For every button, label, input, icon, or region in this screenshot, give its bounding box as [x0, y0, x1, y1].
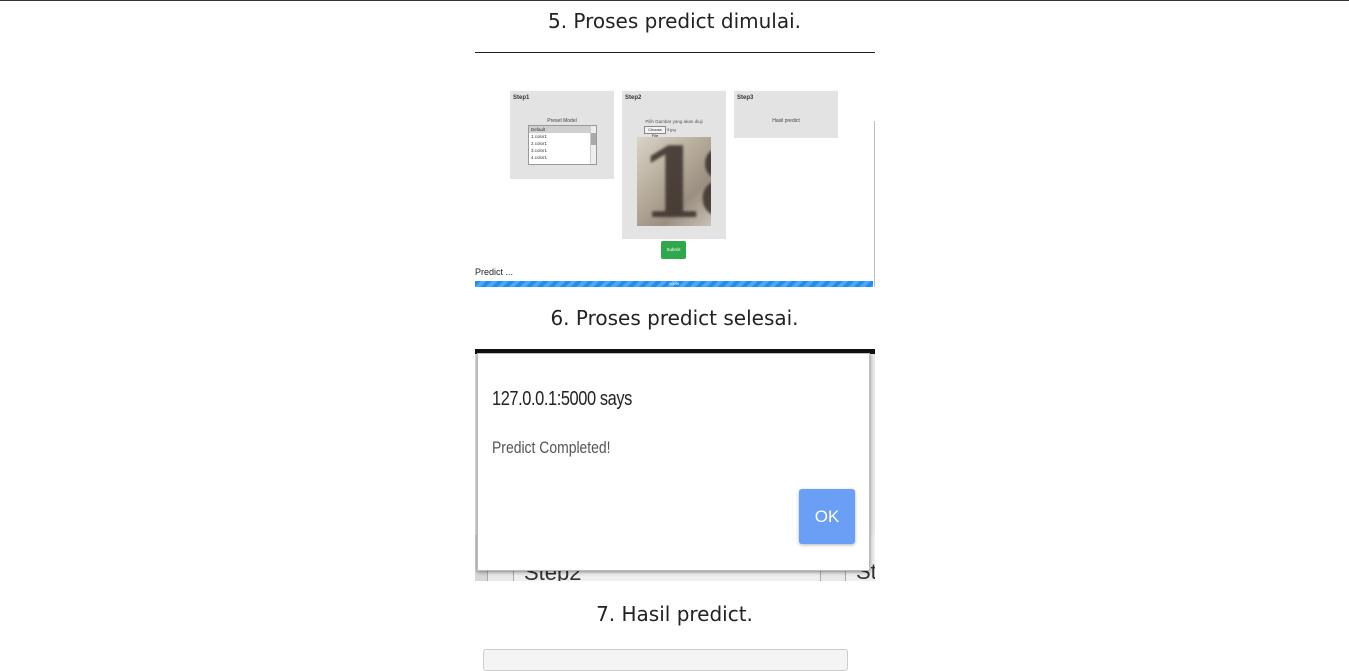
step2-panel: Step2 Pilih Gambar yang akan diuji Choos…	[622, 91, 726, 239]
image-preview: 18	[637, 137, 711, 226]
caption-step7: 7. Hasil predict.	[596, 602, 753, 626]
dialog-message: Predict Completed!	[492, 438, 611, 457]
top-divider	[0, 0, 1349, 1]
predict-result-label: Hasil predict	[772, 118, 800, 124]
progress-text: 100%	[668, 281, 680, 286]
submit-button[interactable]: Submit	[661, 241, 686, 259]
screenshot-predict-complete: Step2 Ste 127.0.0.1:5000 says Predict Co…	[475, 349, 875, 581]
preset-model-label: Preset Model	[547, 118, 577, 124]
model-option[interactable]: 4.color1	[529, 154, 596, 161]
progress-bar: 100%	[475, 281, 873, 287]
model-option[interactable]: 2.color1	[529, 140, 596, 147]
choose-file-button[interactable]: Choose File	[644, 126, 666, 138]
model-option[interactable]: Default	[529, 126, 596, 133]
model-option[interactable]: 3.color1	[529, 147, 596, 154]
choose-image-label: Pilih Gambar yang akan diuji	[645, 119, 703, 124]
step3-panel: Step3 Hasil predict	[734, 91, 838, 138]
screenshot-edge	[874, 121, 875, 287]
model-listbox[interactable]: Default 1.color1 2.color1 3.color1 4.col…	[528, 125, 597, 165]
predict-status: Predict ...	[475, 267, 514, 277]
scrollbar-thumb[interactable]	[591, 133, 596, 145]
alert-dialog: 127.0.0.1:5000 says Predict Completed! O…	[477, 353, 870, 571]
step1-title: Step1	[513, 95, 530, 101]
listbox-scrollbar[interactable]	[590, 126, 596, 164]
step1-panel: Step1 Preset Model Default 1.color1 2.co…	[510, 91, 614, 179]
file-name: 9.jpg	[667, 127, 676, 132]
screenshot-predict-start: Step1 Preset Model Default 1.color1 2.co…	[475, 52, 875, 287]
step3-title: Step3	[737, 95, 754, 101]
dialog-origin: 127.0.0.1:5000 says	[492, 388, 632, 410]
step2-title: Step2	[625, 95, 642, 101]
caption-step6: 6. Proses predict selesai.	[550, 306, 799, 330]
model-option[interactable]: 1.color1	[529, 133, 596, 140]
preview-digit: 18	[639, 137, 711, 226]
ok-button[interactable]: OK	[799, 489, 855, 544]
caption-step5: 5. Proses predict dimulai.	[547, 9, 802, 33]
screenshot-predict-result	[483, 649, 848, 671]
